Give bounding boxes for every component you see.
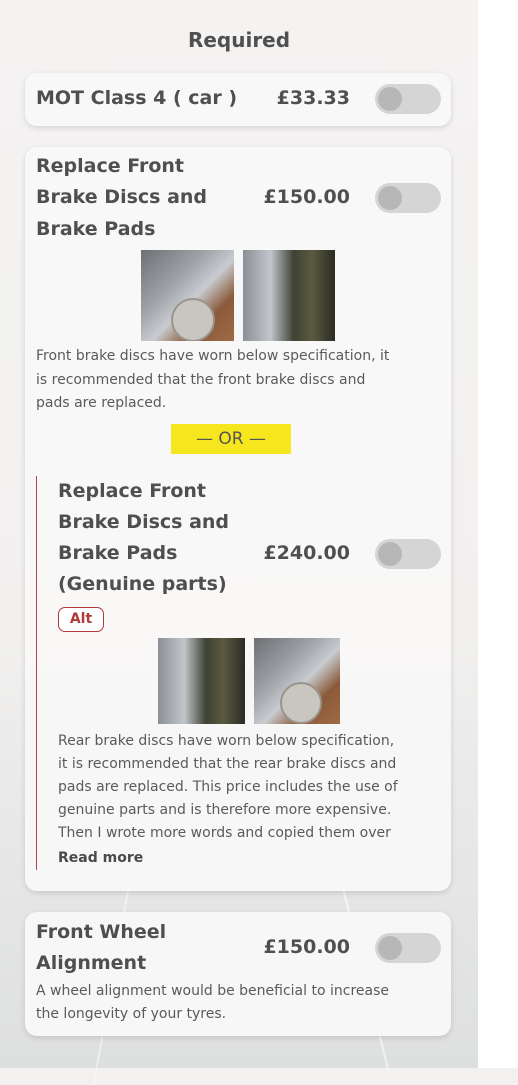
section-heading: Required bbox=[187, 28, 291, 52]
service-title-line: Alignment bbox=[36, 952, 147, 974]
alt-description-line: pads are replaced. This price includes t… bbox=[58, 779, 398, 795]
brake-disc-photo[interactable] bbox=[254, 638, 340, 724]
service-description-line: the longevity of your tyres. bbox=[36, 1006, 227, 1022]
service-description-line: Front brake discs have worn below specif… bbox=[36, 348, 390, 364]
alt-price: £240.00 bbox=[263, 542, 350, 564]
alt-title-line: (Genuine parts) bbox=[58, 573, 227, 595]
service-title-line: Front Wheel bbox=[36, 921, 167, 943]
service-title-line: Replace Front bbox=[36, 155, 185, 177]
right-margin bbox=[478, 0, 518, 1068]
service-description-line: A wheel alignment would be beneficial to… bbox=[36, 983, 389, 999]
toggle-knob bbox=[378, 87, 402, 111]
or-separator: — OR — bbox=[171, 424, 291, 454]
service-price: £150.00 bbox=[263, 186, 350, 208]
select-toggle[interactable] bbox=[375, 933, 441, 963]
alt-description-line: it is recommended that the rear brake di… bbox=[58, 756, 397, 772]
toggle-knob bbox=[378, 936, 402, 960]
service-price: £150.00 bbox=[263, 936, 350, 958]
brake-pad-photo[interactable] bbox=[243, 250, 335, 341]
service-price: £33.33 bbox=[276, 87, 350, 109]
alt-title-line: Replace Front bbox=[58, 480, 207, 502]
alt-title-line: Brake Discs and bbox=[58, 511, 230, 533]
select-toggle[interactable] bbox=[375, 84, 441, 114]
brake-pad-photo[interactable] bbox=[158, 638, 245, 724]
brake-disc-photo[interactable] bbox=[141, 250, 234, 341]
service-title-line: Brake Discs and bbox=[36, 186, 208, 208]
alt-select-toggle[interactable] bbox=[375, 539, 441, 569]
alt-description-line: Rear brake discs have worn below specifi… bbox=[58, 733, 395, 749]
read-more-link[interactable]: Read more bbox=[58, 850, 143, 866]
toggle-knob bbox=[378, 542, 402, 566]
wheel-hub bbox=[280, 682, 322, 724]
alt-description-line: Then I wrote more words and copied them … bbox=[58, 825, 391, 841]
wheel-hub bbox=[171, 298, 215, 341]
service-title-line: Brake Pads bbox=[36, 218, 156, 240]
alt-badge: Alt bbox=[58, 607, 104, 632]
alternative-accent-line bbox=[36, 476, 37, 870]
service-description-line: is recommended that the front brake disc… bbox=[36, 372, 366, 388]
alt-description-line: genuine parts and is therefore more expe… bbox=[58, 802, 392, 818]
alt-title-line: Brake Pads bbox=[58, 542, 178, 564]
select-toggle[interactable] bbox=[375, 183, 441, 213]
service-title: MOT Class 4 ( car ) bbox=[36, 87, 238, 109]
service-description-line: pads are replaced. bbox=[36, 395, 167, 411]
toggle-knob bbox=[378, 186, 402, 210]
